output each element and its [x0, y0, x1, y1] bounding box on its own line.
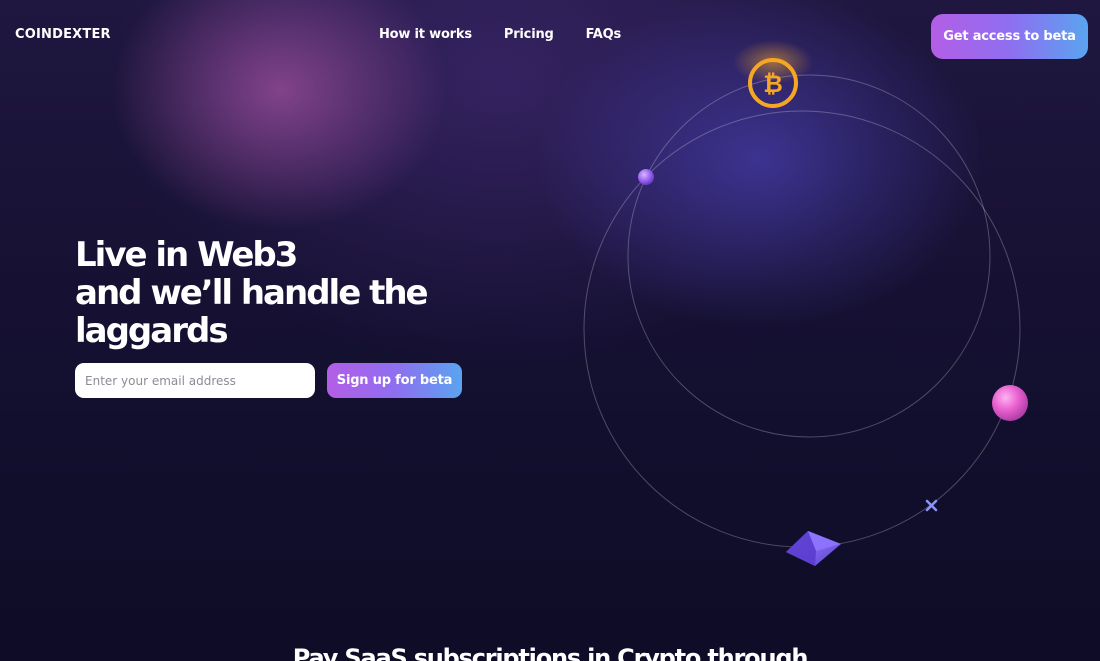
- nav-how-it-works[interactable]: How it works: [379, 27, 472, 42]
- hero-title-line-1: Live in Web3: [75, 235, 298, 275]
- brand-logo[interactable]: COINDEXTER: [15, 27, 111, 42]
- nav-pricing[interactable]: Pricing: [504, 27, 554, 42]
- main-nav: How it works Pricing FAQs: [379, 27, 621, 42]
- signup-beta-button[interactable]: Sign up for beta: [327, 363, 462, 398]
- cross-sparkle-icon: [925, 499, 938, 512]
- hero-title-line-2: and we’ll handle the: [75, 273, 429, 313]
- landing-page: COINDEXTER How it works Pricing FAQs Get…: [0, 0, 1100, 661]
- bitcoin-coin-icon: ₿: [733, 40, 813, 108]
- ethereum-crystal-icon: [786, 531, 841, 566]
- email-input[interactable]: [75, 363, 315, 398]
- hero-title: Live in Web3 and we’ll handle the laggar…: [75, 235, 429, 351]
- svg-text:₿: ₿: [763, 70, 783, 98]
- pink-orb-icon: [992, 385, 1028, 421]
- outer-orbit-ring: [583, 110, 1021, 548]
- section-heading: Pay SaaS subscriptions in Crypto through: [292, 644, 809, 661]
- hero-title-line-3: laggards: [75, 311, 229, 351]
- nav-faqs[interactable]: FAQs: [586, 27, 622, 42]
- purple-orb-icon: [638, 169, 654, 185]
- get-beta-access-button[interactable]: Get access to beta: [931, 14, 1088, 59]
- inner-orbit-ring: [627, 74, 991, 438]
